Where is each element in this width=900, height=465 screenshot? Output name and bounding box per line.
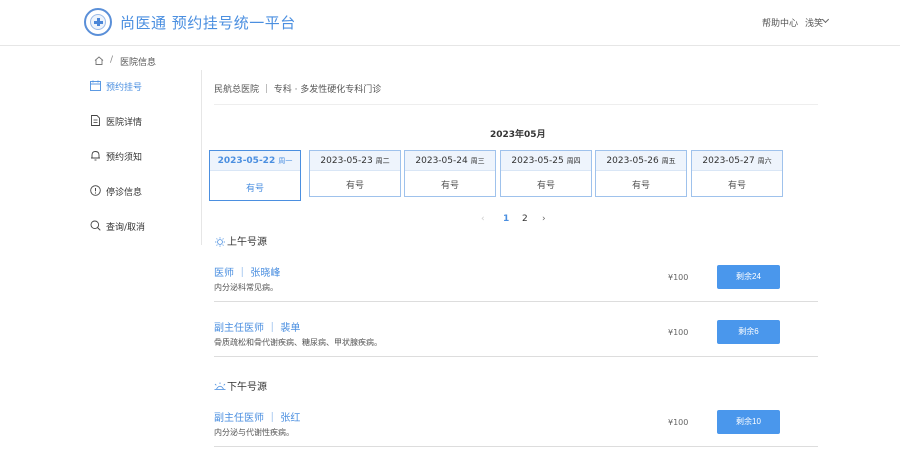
doctor-specialty: 骨质疏松和骨代谢疾病、糖尿病、甲状腺疾病。 [214,338,382,347]
date-text: 2023-05-23 [320,156,373,166]
date-card[interactable]: 2023-05-24 周三 有号 [404,150,496,197]
date-card[interactable]: 2023-05-27 周六 有号 [691,150,783,197]
weekday-text: 周三 [470,157,485,165]
doctor-fee: ¥100 [668,273,689,282]
date-text: 2023-05-25 [511,156,564,166]
book-slot-button[interactable]: 剩余6 [717,320,780,344]
doctor-fee: ¥100 [668,328,689,337]
doctor-specialty: 内分泌科常见病。 [214,283,278,292]
weekday-text: 周五 [661,157,676,165]
logo-cross-h [94,21,103,24]
logo-badge [90,14,106,30]
divider [214,104,818,105]
doctor-row: 副主任医师 ｜ 张红 内分泌与代谢性疾病。 ¥100 剩余10 [214,409,818,447]
date-text: 2023-05-22 [217,156,276,166]
sidebar-item-label: 查询/取消 [106,223,146,233]
top-header: 尚医通 预约挂号统一平台 帮助中心 浅笑 [0,0,900,46]
doctor-row: 副主任医师 ｜ 裴单 骨质疏松和骨代谢疾病、糖尿病、甲状腺疾病。 ¥100 剩余… [214,319,818,357]
info-circle-icon [90,185,101,196]
afternoon-section-title: 下午号源 [214,378,267,393]
weekday-text: 周二 [375,157,390,165]
month-label: 2023年05月 [490,130,546,140]
sidebar-item-notice[interactable]: 预约须知 [88,146,198,166]
home-icon[interactable] [94,56,104,65]
date-text: 2023-05-26 [606,156,659,166]
date-card[interactable]: 2023-05-22 周一 有号 [209,150,301,201]
date-card[interactable]: 2023-05-26 周五 有号 [595,150,687,197]
weekday-text: 周四 [566,157,581,165]
brand-logo[interactable] [84,8,112,36]
sidebar-item-query-cancel[interactable]: 查询/取消 [88,216,198,236]
search-icon [90,220,101,231]
book-slot-button[interactable]: 剩余24 [717,265,780,289]
doctor-specialty: 内分泌与代谢性疾病。 [214,428,294,437]
doctor-row: 医师 ｜ 张晓峰 内分泌科常见病。 ¥100 剩余24 [214,264,818,302]
doctor-fee: ¥100 [668,418,689,427]
brand-title[interactable]: 尚医通 预约挂号统一平台 [120,12,296,33]
section-title-text: 下午号源 [227,382,267,393]
sidebar-item-label: 预约挂号 [106,83,143,93]
breadcrumb-separator: / [110,55,114,65]
weekday-text: 周一 [278,157,293,165]
availability-text: 有号 [536,181,555,191]
book-slot-button[interactable]: 剩余10 [717,410,780,434]
date-card[interactable]: 2023-05-23 周二 有号 [309,150,401,197]
user-menu[interactable]: 浅笑 [805,16,823,29]
doctor-title[interactable]: 医师 ｜ 张晓峰 [214,264,280,279]
sidebar-item-suspension[interactable]: 停诊信息 [88,181,198,201]
pager-page-2[interactable]: 2 [522,214,528,224]
pager-next-button[interactable]: › [542,214,546,224]
morning-section-title: 上午号源 [214,233,267,248]
document-icon [91,115,100,126]
date-card[interactable]: 2023-05-25 周四 有号 [500,150,592,197]
availability-text: 有号 [727,181,746,191]
date-text: 2023-05-27 [702,156,755,166]
pager-prev-button[interactable]: ‹ [481,214,485,224]
availability-text: 有号 [631,181,650,191]
weekday-text: 周六 [757,157,772,165]
sidebar-item-booking[interactable]: 预约挂号 [88,76,198,96]
sidebar-item-label: 停诊信息 [106,188,143,198]
availability-text: 有号 [245,184,264,194]
calendar-icon [90,80,101,91]
availability-text: 有号 [345,181,364,191]
sunset-icon [214,382,226,390]
doctor-title[interactable]: 副主任医师 ｜ 裴单 [214,319,300,334]
doctor-title[interactable]: 副主任医师 ｜ 张红 [214,409,300,424]
sidebar: 预约挂号 医院详情 预约须知 停诊信息 查询/取消 [80,70,202,245]
sun-icon [215,237,225,247]
sidebar-item-label: 预约须知 [106,153,143,163]
breadcrumb-current[interactable]: 医院信息 [120,55,156,68]
help-center-link[interactable]: 帮助中心 [762,16,798,29]
section-title-text: 上午号源 [227,237,267,248]
sidebar-item-label: 医院详情 [106,118,143,128]
pager-page-1[interactable]: 1 [503,214,509,224]
chevron-down-icon[interactable] [821,15,830,24]
date-text: 2023-05-24 [415,156,468,166]
bell-icon [91,151,100,161]
hospital-department-path: 民航总医院 ｜ 专科 · 多发性硬化专科门诊 [214,85,382,95]
availability-text: 有号 [440,181,459,191]
sidebar-item-hospital-detail[interactable]: 医院详情 [88,111,198,131]
